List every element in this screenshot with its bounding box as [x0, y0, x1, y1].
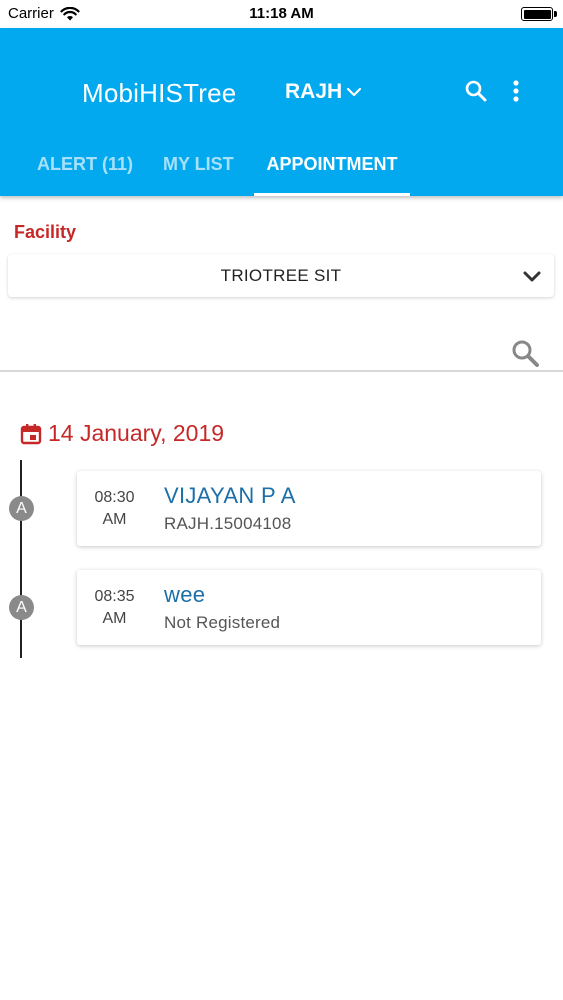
appointment-time: 08:30 AM — [77, 487, 152, 531]
search-icon[interactable] — [463, 78, 489, 104]
appointment-time-meridiem: AM — [102, 511, 127, 528]
status-bar: Carrier 11:18 AM — [0, 0, 563, 28]
appointment-time: 08:35 AM — [77, 586, 152, 630]
calendar-icon — [20, 423, 42, 444]
patient-name: wee — [164, 582, 206, 607]
hospital-selector[interactable]: RAJH — [285, 80, 362, 104]
patient-name: VIJAYAN P A — [164, 483, 296, 508]
search-input[interactable] — [0, 330, 500, 370]
appointment-time-value: 08:35 — [94, 588, 135, 605]
tab-bar: ALERT (11) MY LIST APPOINTMENT — [0, 148, 563, 196]
appointment-type-badge: A — [9, 595, 34, 620]
appointment-card[interactable]: 08:35 AM wee Not Registered — [77, 570, 541, 645]
more-vert-icon[interactable] — [506, 78, 526, 104]
active-tab-indicator — [254, 193, 410, 196]
appointment-type-badge: A — [9, 496, 34, 521]
patient-registration-status: Not Registered — [164, 613, 281, 632]
chevron-down-icon — [347, 87, 362, 97]
appointment-date: 14 January, 2019 — [48, 420, 225, 446]
appointment-time-meridiem: AM — [102, 610, 127, 627]
search-bar — [0, 330, 563, 372]
appointment-card[interactable]: 08:30 AM VIJAYAN P A RAJH.15004108 — [77, 471, 541, 546]
facility-selected-value: TRIOTREE SIT — [220, 265, 342, 285]
facility-label: Facility — [14, 222, 77, 242]
chevron-down-icon — [523, 271, 541, 282]
patient-id: RAJH.15004108 — [164, 514, 292, 533]
appointment-time-value: 08:30 — [94, 489, 135, 506]
timeline-line — [20, 460, 22, 658]
search-icon[interactable] — [510, 338, 540, 368]
hospital-label: RAJH — [285, 80, 343, 103]
tab-appointment[interactable]: APPOINTMENT — [254, 148, 410, 196]
tab-my-list[interactable]: MY LIST — [163, 148, 234, 196]
date-header: 14 January, 2019 — [20, 420, 224, 447]
battery-icon — [521, 7, 557, 21]
tab-alert[interactable]: ALERT (11) — [37, 148, 133, 196]
facility-dropdown[interactable]: TRIOTREE SIT — [8, 254, 554, 297]
app-header: MobiHISTree RAJH ALERT (11) MY LIST APPO… — [0, 28, 563, 196]
app-title: MobiHISTree — [82, 78, 237, 108]
clock: 11:18 AM — [249, 5, 314, 22]
